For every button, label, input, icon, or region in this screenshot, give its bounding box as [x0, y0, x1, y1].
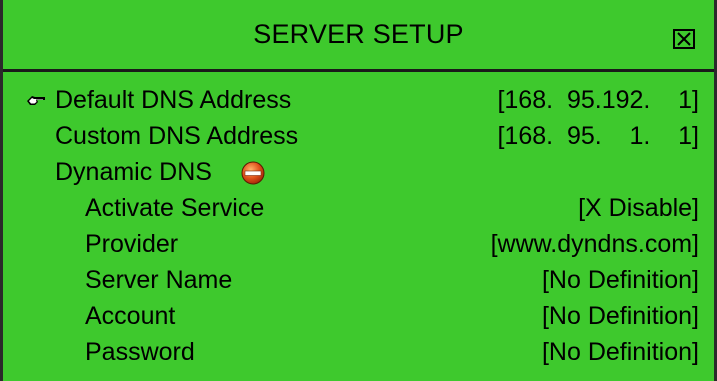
custom-dns-value[interactable]: [168. 95. 1. 1]: [497, 118, 699, 154]
settings-list: Default DNS Address [168. 95.192. 1] Cus…: [3, 72, 714, 381]
password-label: Password: [85, 338, 195, 366]
account-value[interactable]: [No Definition]: [542, 298, 699, 334]
server-name-label: Server Name: [85, 266, 233, 294]
dynamic-dns-label: Dynamic DNS: [55, 158, 212, 186]
collapse-minus-icon[interactable]: [241, 161, 265, 185]
custom-dns-label: Custom DNS Address: [55, 122, 299, 150]
window-title: SERVER SETUP: [253, 19, 464, 49]
activate-service-label: Activate Service: [85, 194, 265, 222]
server-setup-window: SERVER SETUP Default DNS Address [168. 9…: [0, 0, 717, 381]
close-button[interactable]: [673, 29, 695, 49]
provider-label: Provider: [85, 230, 179, 258]
provider-row[interactable]: Provider [www.dyndns.com]: [3, 226, 714, 262]
pointing-hand-icon: [27, 96, 45, 105]
account-label: Account: [85, 302, 176, 330]
activate-service-value[interactable]: [X Disable]: [578, 190, 699, 226]
account-row[interactable]: Account [No Definition]: [3, 298, 714, 334]
activate-service-row[interactable]: Activate Service [X Disable]: [3, 190, 714, 226]
server-name-row[interactable]: Server Name [No Definition]: [3, 262, 714, 298]
title-bar: SERVER SETUP: [3, 0, 714, 72]
default-dns-row[interactable]: Default DNS Address [168. 95.192. 1]: [3, 82, 714, 118]
password-value[interactable]: [No Definition]: [542, 334, 699, 370]
server-name-value[interactable]: [No Definition]: [542, 262, 699, 298]
default-dns-value[interactable]: [168. 95.192. 1]: [497, 82, 699, 118]
custom-dns-row[interactable]: Custom DNS Address [168. 95. 1. 1]: [3, 118, 714, 154]
provider-value[interactable]: [www.dyndns.com]: [491, 226, 699, 262]
dynamic-dns-row[interactable]: Dynamic DNS: [3, 154, 714, 190]
password-row[interactable]: Password [No Definition]: [3, 334, 714, 370]
close-icon: [677, 32, 691, 46]
default-dns-label: Default DNS Address: [55, 86, 292, 114]
